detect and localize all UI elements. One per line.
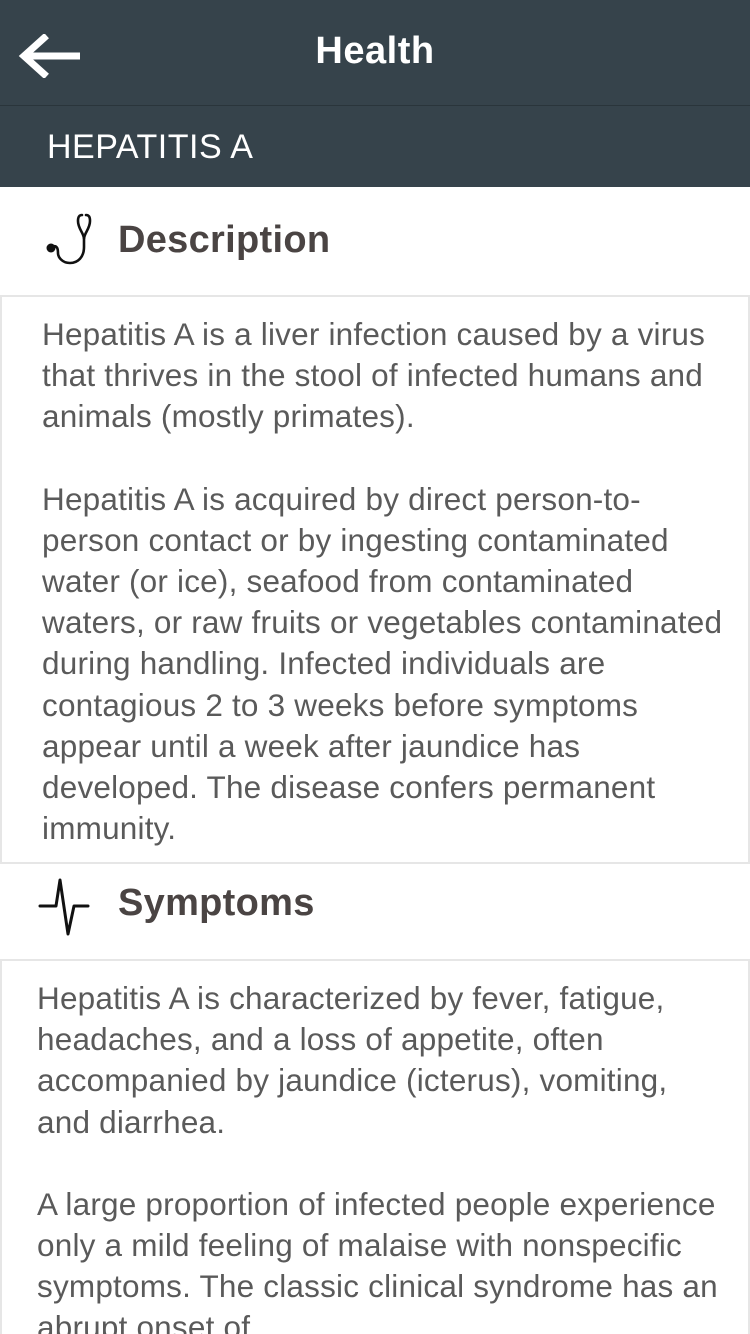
top-bar: Health [0,0,750,106]
page-title: Health [315,30,435,72]
description-paragraph: Hepatitis A is a liver infection caused … [42,316,706,435]
section-header-description: Description [0,187,750,295]
symptoms-paragraph: Hepatitis A is characterized by fever, f… [37,980,668,1140]
heartbeat-pulse-icon [38,878,90,936]
symptoms-card: Hepatitis A is characterized by fever, f… [0,959,750,1334]
section-title-description: Description [118,219,331,261]
description-paragraph: Hepatitis A is acquired by direct person… [42,480,723,847]
disease-name: HEPATITIS A [47,128,254,166]
subheader-bar: HEPATITIS A [0,106,750,187]
symptoms-paragraph: A large proportion of infected people ex… [37,1185,718,1334]
stethoscope-icon [46,213,92,265]
section-header-symptoms: Symptoms [0,864,750,959]
description-card: Hepatitis A is a liver infection caused … [0,295,750,864]
section-title-symptoms: Symptoms [118,882,315,924]
